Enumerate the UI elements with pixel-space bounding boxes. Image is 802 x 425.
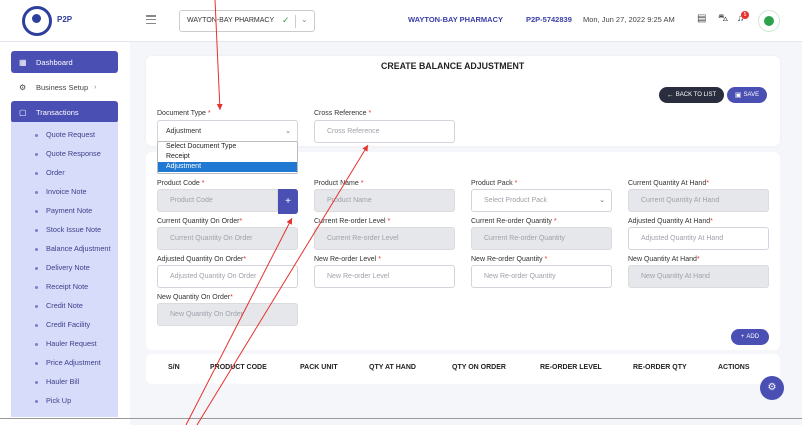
col-reorder-level: RE-ORDER LEVEL xyxy=(540,364,602,371)
dashboard-icon: ▦ xyxy=(19,57,27,67)
submenu-quote-response[interactable]: Quote Response xyxy=(11,149,118,161)
save-icon: ▣ xyxy=(734,92,742,99)
pharmacy-select[interactable]: WAYTON-BAY PHARMACY ✓ ⌄ xyxy=(179,10,315,32)
top-bar: P2P WAYTON-BAY PHARMACY ✓ ⌄ WAYTON-BAY P… xyxy=(0,0,802,42)
transactions-submenu: Quote Request Quote Response Order Invoi… xyxy=(11,122,118,417)
new-reorder-level-label: New Re-order Level * xyxy=(314,256,381,263)
col-qty-on-order: QTY ON ORDER xyxy=(452,364,506,371)
sidebar-item-transactions[interactable]: ▢ Transactions xyxy=(11,101,118,123)
product-name-label: Product Name * xyxy=(314,180,364,187)
col-pack-unit: PACK UNIT xyxy=(300,364,338,371)
product-pack-select[interactable]: Select Product Pack ⌄ xyxy=(471,189,612,212)
submenu-receipt-note[interactable]: Receipt Note xyxy=(11,282,118,294)
submenu-price-adjustment[interactable]: Price Adjustment xyxy=(11,358,118,370)
page-title: CREATE BALANCE ADJUSTMENT xyxy=(381,61,525,71)
org-name: WAYTON-BAY PHARMACY xyxy=(408,15,504,24)
sidebar-item-dashboard[interactable]: ▦ Dashboard xyxy=(11,51,118,73)
submenu-quote-request[interactable]: Quote Request xyxy=(11,130,118,142)
current-qty-order-label: Current Quantity On Order* xyxy=(157,218,243,225)
cross-reference-input[interactable]: Cross Reference xyxy=(314,120,455,143)
adjusted-qty-order-input[interactable]: Adjusted Quantity On Order xyxy=(157,265,298,288)
submenu-credit-facility[interactable]: Credit Facility xyxy=(11,320,118,332)
org-code: P2P-5742839 xyxy=(526,15,572,24)
col-actions: ACTIONS xyxy=(718,364,750,371)
plus-icon: + xyxy=(740,334,745,340)
submenu-payment-note[interactable]: Payment Note xyxy=(11,206,118,218)
bottom-divider xyxy=(0,418,802,419)
transactions-icon: ▢ xyxy=(19,107,27,117)
product-code-input[interactable]: Product Code xyxy=(157,189,278,212)
chevron-down-icon[interactable]: ⌄ xyxy=(301,15,308,24)
current-reorder-qty-label: Current Re-order Quantity * xyxy=(471,218,557,225)
p2p-logo[interactable] xyxy=(22,6,52,36)
chevron-down-icon: ⌄ xyxy=(285,128,291,135)
adjusted-qty-hand-input[interactable]: Adjusted Quantity At Hand xyxy=(628,227,769,250)
logo-text: P2P xyxy=(57,15,73,24)
add-button[interactable]: + ADD xyxy=(731,329,769,345)
submenu-hauler-bill[interactable]: Hauler Bill xyxy=(11,377,118,389)
option-receipt[interactable]: Receipt xyxy=(158,152,297,162)
chevron-down-icon: ⌄ xyxy=(599,197,605,204)
datetime: Mon, Jun 27, 2022 9:25 AM xyxy=(583,15,675,24)
submenu-order[interactable]: Order xyxy=(11,168,118,180)
document-type-dropdown[interactable]: Select Document Type Receipt Adjustment xyxy=(157,141,298,174)
new-qty-order-label: New Quantity On Order* xyxy=(157,294,233,301)
adjusted-qty-hand-label: Adjusted Quantity At Hand* xyxy=(628,218,713,225)
col-qty-at-hand: QTY AT HAND xyxy=(369,364,416,371)
submenu-credit-note[interactable]: Credit Note xyxy=(11,301,118,313)
gear-icon: ⚙ xyxy=(767,382,777,393)
adjusted-qty-order-label: Adjusted Quantity On Order* xyxy=(157,256,247,263)
add-product-button[interactable]: + xyxy=(278,189,298,214)
col-sn: S/N xyxy=(168,364,180,371)
current-reorder-level-input[interactable]: Current Re-order Level xyxy=(314,227,455,250)
new-reorder-qty-label: New Re-order Quantity * xyxy=(471,256,548,263)
pharmacy-select-value: WAYTON-BAY PHARMACY xyxy=(187,17,275,24)
submenu-delivery-note[interactable]: Delivery Note xyxy=(11,263,118,275)
notification-badge: 5 xyxy=(741,11,749,19)
calculator-icon[interactable]: ▤ xyxy=(697,13,706,24)
arrow-left-icon: ← xyxy=(666,91,674,99)
submenu-pick-up[interactable]: Pick Up xyxy=(11,396,118,408)
current-reorder-qty-input[interactable]: Current Re-order Quantity xyxy=(471,227,612,250)
submenu-balance-adjustment[interactable]: Balance Adjustment xyxy=(11,244,118,256)
check-icon: ✓ xyxy=(282,15,290,25)
settings-fab[interactable]: ⚙ xyxy=(760,376,784,400)
col-reorder-qty: RE-ORDER QTY xyxy=(633,364,687,371)
col-product-code: PRODUCT CODE xyxy=(210,364,267,371)
option-select-document-type[interactable]: Select Document Type xyxy=(158,142,297,152)
submenu-invoice-note[interactable]: Invoice Note xyxy=(11,187,118,199)
cross-reference-label: Cross Reference * xyxy=(314,110,372,117)
current-reorder-level-label: Current Re-order Level * xyxy=(314,218,391,225)
current-qty-hand-label: Current Quantity At Hand* xyxy=(628,180,709,187)
back-to-list-button[interactable]: ← BACK TO LIST xyxy=(659,87,724,103)
cart-icon[interactable]: ⛍ xyxy=(718,13,728,26)
product-name-input[interactable]: Product Name xyxy=(314,189,455,212)
new-reorder-qty-input[interactable]: New Re-order Quantity xyxy=(471,265,612,288)
sidebar-item-business-setup[interactable]: ⚙ Business Setup › xyxy=(11,76,118,98)
new-qty-hand-input[interactable]: New Quantity At Hand xyxy=(628,265,769,288)
new-qty-order-input[interactable]: New Quantity On Order xyxy=(157,303,298,326)
current-qty-hand-input[interactable]: Current Quantity At Hand xyxy=(628,189,769,212)
product-code-label: Product Code * xyxy=(157,180,205,187)
submenu-hauler-request[interactable]: Hauler Request xyxy=(11,339,118,351)
gear-icon: ⚙ xyxy=(19,82,27,92)
current-qty-order-input[interactable]: Current Quantity On Order xyxy=(157,227,298,250)
product-pack-label: Product Pack * xyxy=(471,180,518,187)
document-type-select[interactable]: Adjustment ⌄ xyxy=(157,120,298,143)
save-button[interactable]: ▣ SAVE xyxy=(727,87,767,103)
option-adjustment[interactable]: Adjustment xyxy=(158,162,297,172)
menu-icon[interactable] xyxy=(146,15,156,25)
document-type-label: Document Type * xyxy=(157,110,211,117)
new-reorder-level-input[interactable]: New Re-order Level xyxy=(314,265,455,288)
new-qty-hand-label: New Quantity At Hand* xyxy=(628,256,700,263)
avatar[interactable] xyxy=(758,10,780,32)
submenu-stock-issue-note[interactable]: Stock Issue Note xyxy=(11,225,118,237)
chevron-right-icon: › xyxy=(94,83,97,91)
